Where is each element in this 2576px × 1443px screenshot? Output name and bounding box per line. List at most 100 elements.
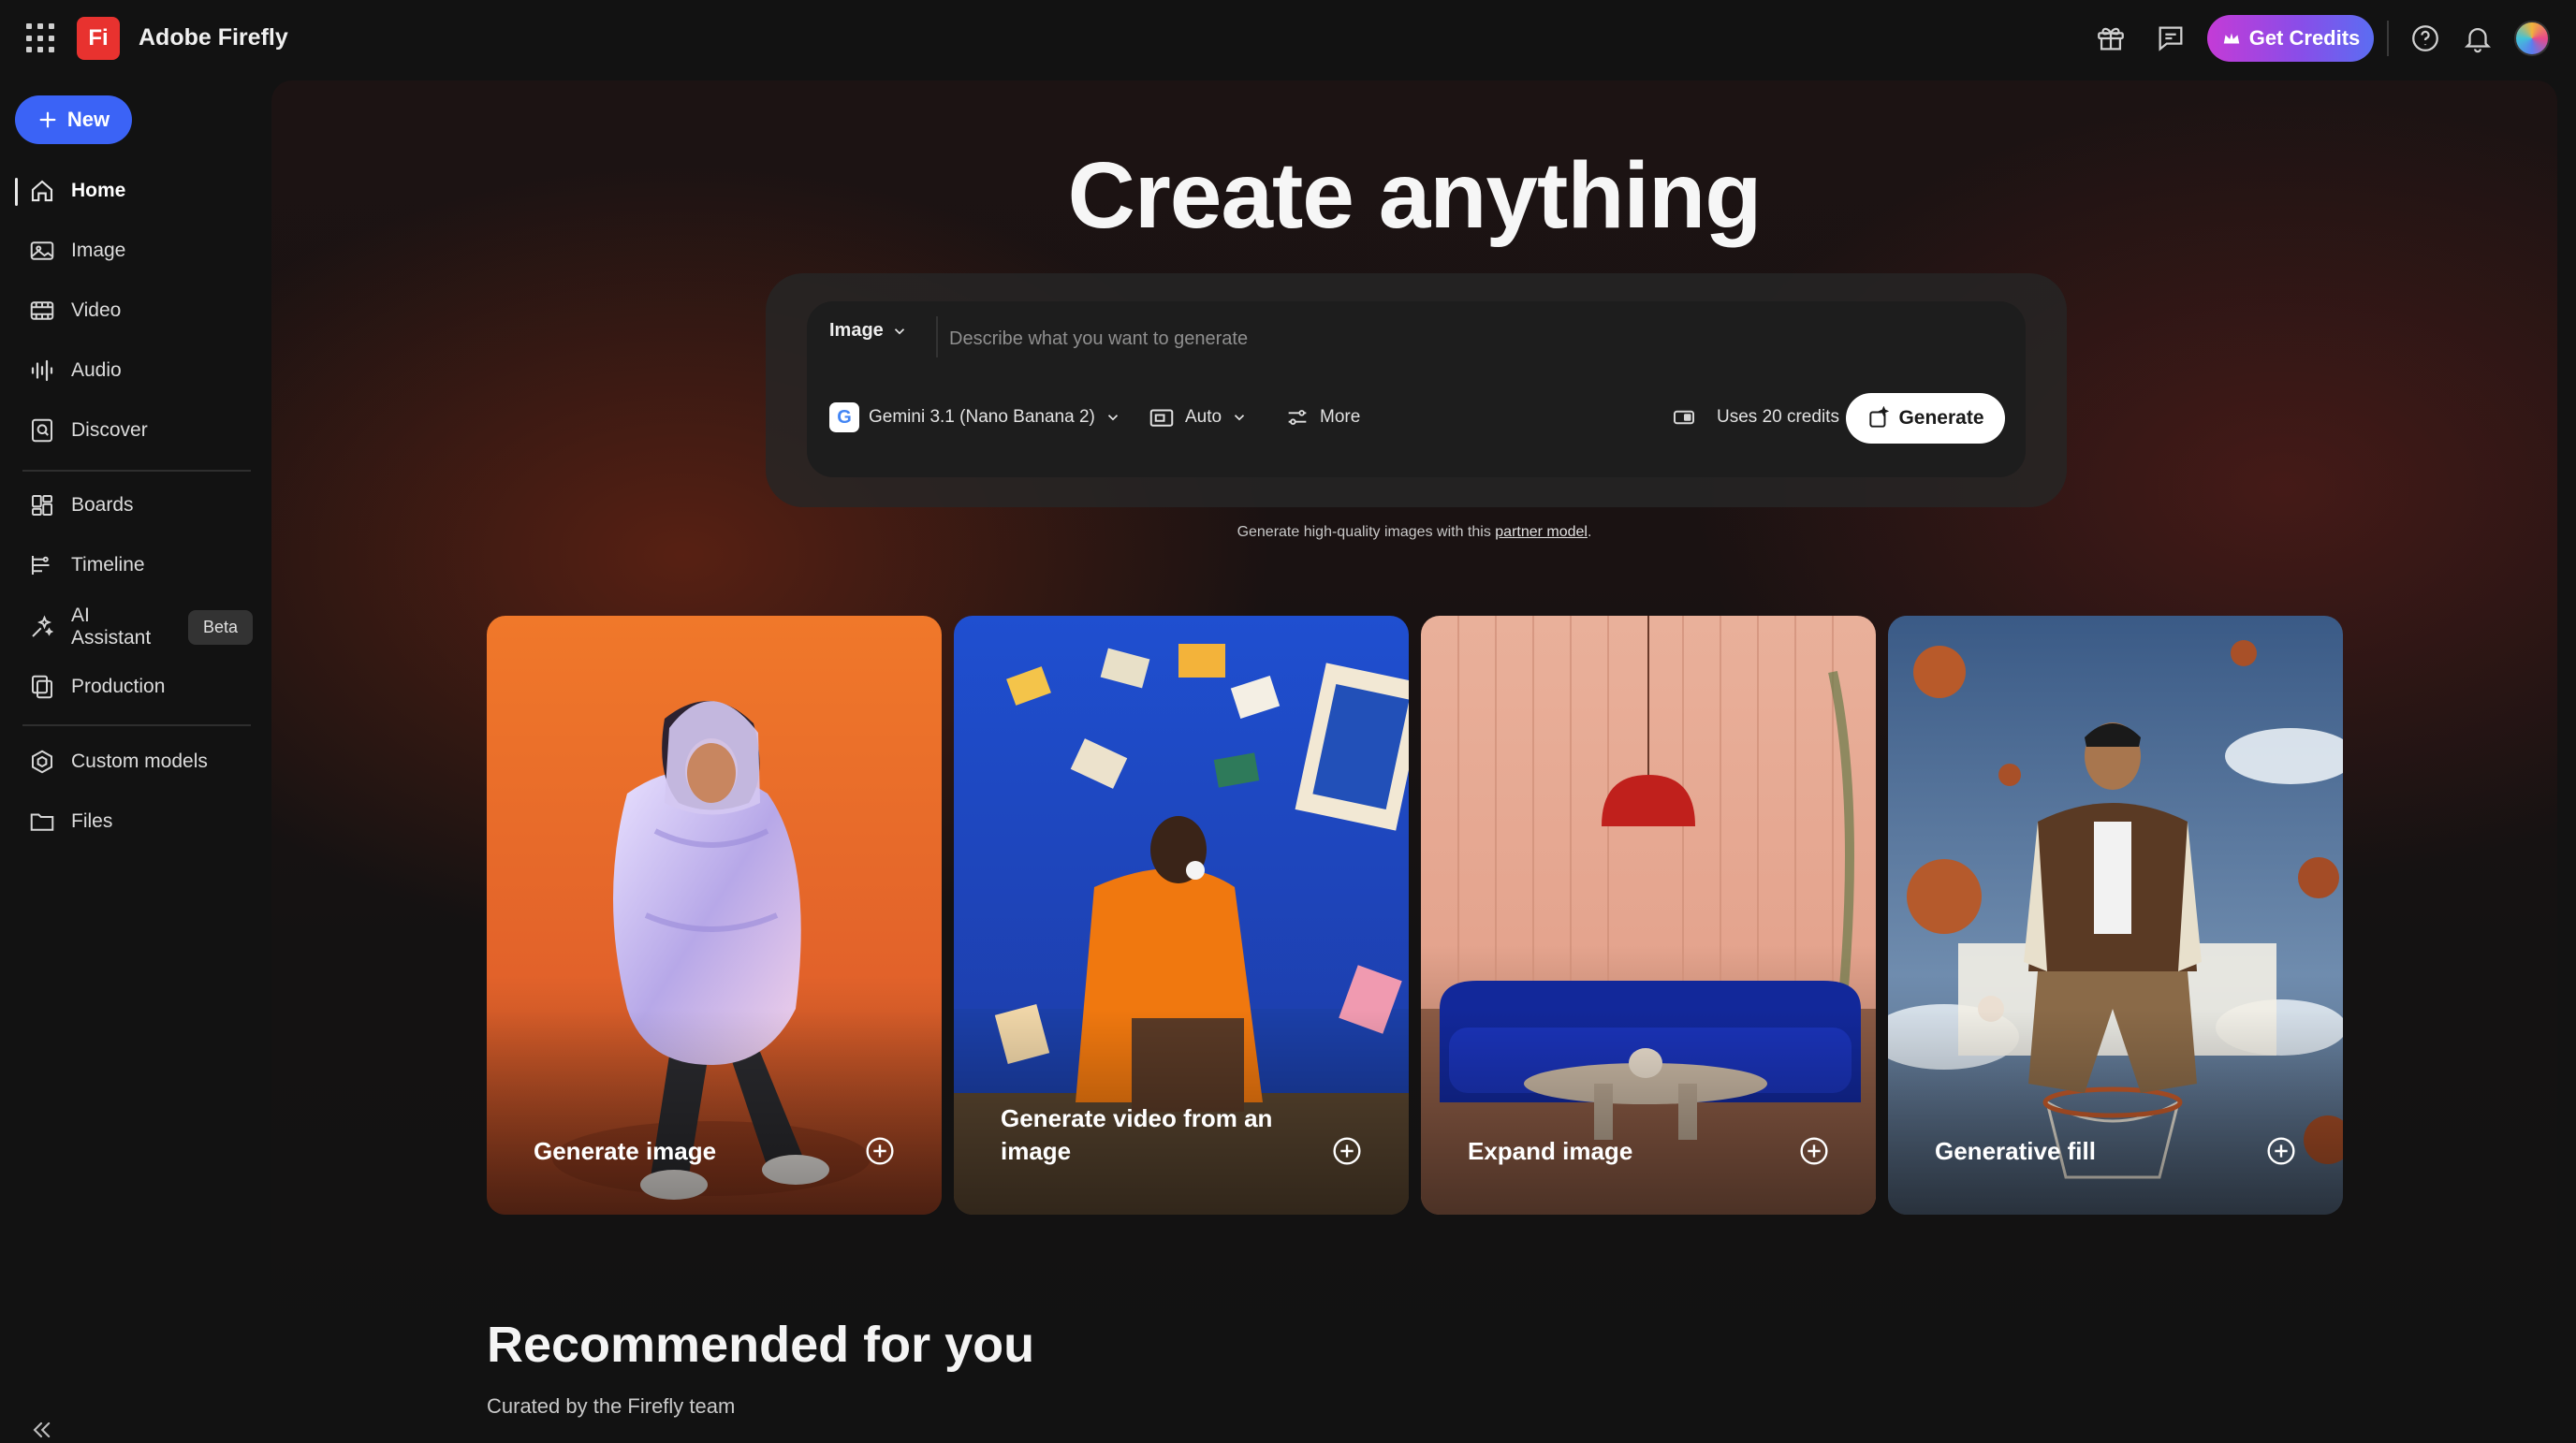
recommended-title: Recommended for you	[487, 1317, 1035, 1373]
firefly-logo: Fi	[77, 17, 120, 60]
generation-type-label: Image	[829, 320, 884, 341]
generate-video-card[interactable]: Generate video from an image	[954, 616, 1409, 1215]
more-label: More	[1320, 407, 1361, 427]
partner-model-note: Generate high-quality images with this p…	[271, 524, 2557, 541]
google-icon: G	[829, 402, 859, 432]
chevron-down-icon	[894, 328, 904, 334]
sidebar-item-label: Files	[71, 810, 113, 832]
gift-icon[interactable]	[2095, 22, 2127, 54]
add-circle-icon[interactable]	[2266, 1136, 2296, 1166]
image-icon	[30, 241, 54, 260]
add-circle-icon[interactable]	[1799, 1136, 1829, 1166]
sidebar-item-home[interactable]: Home	[15, 165, 253, 217]
crown-icon	[2223, 33, 2239, 44]
generative-fill-card[interactable]: Generative fill	[1888, 616, 2343, 1215]
model-label: Gemini 3.1 (Nano Banana 2)	[869, 407, 1095, 427]
more-settings-button[interactable]: More	[1284, 399, 1360, 436]
sidebar-item-video[interactable]: Video	[15, 284, 253, 337]
notifications-bell-icon[interactable]	[2462, 22, 2494, 54]
prompt-box: Image G Gemini 3.1 (Nano Banana 2) Auto …	[807, 301, 2026, 477]
card-shade	[1421, 1009, 1876, 1215]
sidebar-item-discover[interactable]: Discover	[15, 404, 253, 457]
boards-icon	[32, 495, 52, 516]
sidebar-item-label: Production	[71, 676, 166, 697]
hero-title: Create anything	[1067, 143, 1763, 248]
app-title: Adobe Firefly	[139, 24, 288, 51]
user-avatar[interactable]	[2514, 21, 2550, 56]
new-button-label: New	[66, 108, 110, 131]
sidebar-item-label: Custom models	[71, 751, 208, 772]
collapse-sidebar-icon[interactable]	[28, 1417, 54, 1443]
card-label: Generative fill	[1935, 1136, 2096, 1165]
aspect-ratio-selector[interactable]: Auto	[1148, 399, 1248, 436]
sidebar-item-label: Timeline	[71, 554, 145, 576]
partner-model-link[interactable]: partner model	[1495, 524, 1588, 540]
sidebar-item-label: Image	[71, 240, 126, 261]
sidebar-item-audio[interactable]: Audio	[15, 344, 253, 397]
production-icon	[32, 675, 52, 699]
recommended-subtitle: Curated by the Firefly team	[487, 1394, 736, 1418]
sidebar-item-label: Boards	[71, 494, 134, 516]
card-label: Expand image	[1468, 1136, 1633, 1165]
model-selector[interactable]: G Gemini 3.1 (Nano Banana 2)	[829, 399, 1121, 436]
sidebar-item-label: AI Assistant	[71, 605, 152, 649]
card-label: Generate video from an image	[1001, 1103, 1273, 1165]
prompt-divider	[936, 316, 938, 357]
folder-icon	[30, 813, 54, 831]
sidebar-item-files[interactable]: Files	[15, 795, 253, 848]
add-circle-icon[interactable]	[1332, 1136, 1362, 1166]
aspect-ratio-icon	[1149, 409, 1174, 427]
sidebar-item-custom-models[interactable]: Custom models	[15, 736, 253, 788]
chevron-down-icon	[1107, 415, 1118, 421]
sidebar-item-ai-assistant[interactable]: AI Assistant Beta	[15, 601, 253, 653]
card-shade	[487, 1009, 942, 1215]
plus-icon	[39, 111, 56, 128]
card-shade	[1888, 1009, 2343, 1215]
video-icon	[30, 301, 54, 320]
main-content: Create anything Image G Gemini 3.1 (Nano…	[271, 80, 2557, 1437]
audio-icon	[31, 359, 53, 382]
beta-badge: Beta	[187, 609, 253, 645]
sidebar-item-label: Video	[71, 299, 122, 321]
get-credits-label: Get Credits	[2248, 26, 2361, 50]
prompt-input[interactable]	[949, 314, 1998, 363]
new-button[interactable]: New	[15, 95, 132, 144]
generate-label: Generate	[1898, 407, 1984, 429]
discover-icon	[32, 418, 52, 443]
app-switcher-icon[interactable]	[26, 23, 56, 53]
sidebar-item-timeline[interactable]: Timeline	[15, 539, 253, 591]
generate-button[interactable]: Generate	[1846, 393, 2005, 444]
custom-models-icon	[32, 750, 52, 774]
sidebar-item-boards[interactable]: Boards	[15, 479, 253, 532]
partner-note-suffix: .	[1587, 524, 1592, 540]
generation-type-dropdown[interactable]: Image	[829, 320, 908, 342]
feedback-icon[interactable]	[2155, 22, 2187, 54]
chevron-down-icon	[1235, 415, 1245, 421]
topbar-divider	[2387, 21, 2389, 56]
timeline-icon	[32, 556, 50, 575]
sidebar-divider	[22, 470, 251, 472]
sidebar: New Home Image Video Audio Discover Boar…	[0, 77, 271, 1438]
generate-image-card[interactable]: Generate image	[487, 616, 942, 1215]
get-credits-button[interactable]: Get Credits	[2207, 15, 2374, 62]
partner-note-text: Generate high-quality images with this	[1237, 524, 1491, 540]
sidebar-item-label: Audio	[71, 359, 122, 381]
credits-icon	[1674, 410, 1694, 425]
sliders-icon	[1288, 410, 1307, 425]
sidebar-item-image[interactable]: Image	[15, 225, 253, 277]
card-label: Generate image	[534, 1136, 717, 1165]
ai-assistant-icon	[32, 615, 54, 637]
sidebar-item-production[interactable]: Production	[15, 661, 253, 713]
home-icon	[31, 180, 53, 202]
sidebar-item-label: Home	[71, 180, 126, 201]
help-icon[interactable]	[2409, 22, 2441, 54]
expand-image-card[interactable]: Expand image	[1421, 616, 1876, 1215]
sidebar-divider	[22, 724, 251, 726]
top-bar: Fi Adobe Firefly Get Credits	[0, 0, 2576, 77]
prompt-panel: Image G Gemini 3.1 (Nano Banana 2) Auto …	[766, 273, 2067, 507]
credits-info: Uses 20 credits	[1670, 399, 1839, 436]
add-circle-icon[interactable]	[865, 1136, 895, 1166]
credits-label: Uses 20 credits	[1717, 407, 1839, 427]
generate-sparkle-icon	[1869, 406, 1890, 428]
aspect-ratio-label: Auto	[1185, 407, 1222, 427]
